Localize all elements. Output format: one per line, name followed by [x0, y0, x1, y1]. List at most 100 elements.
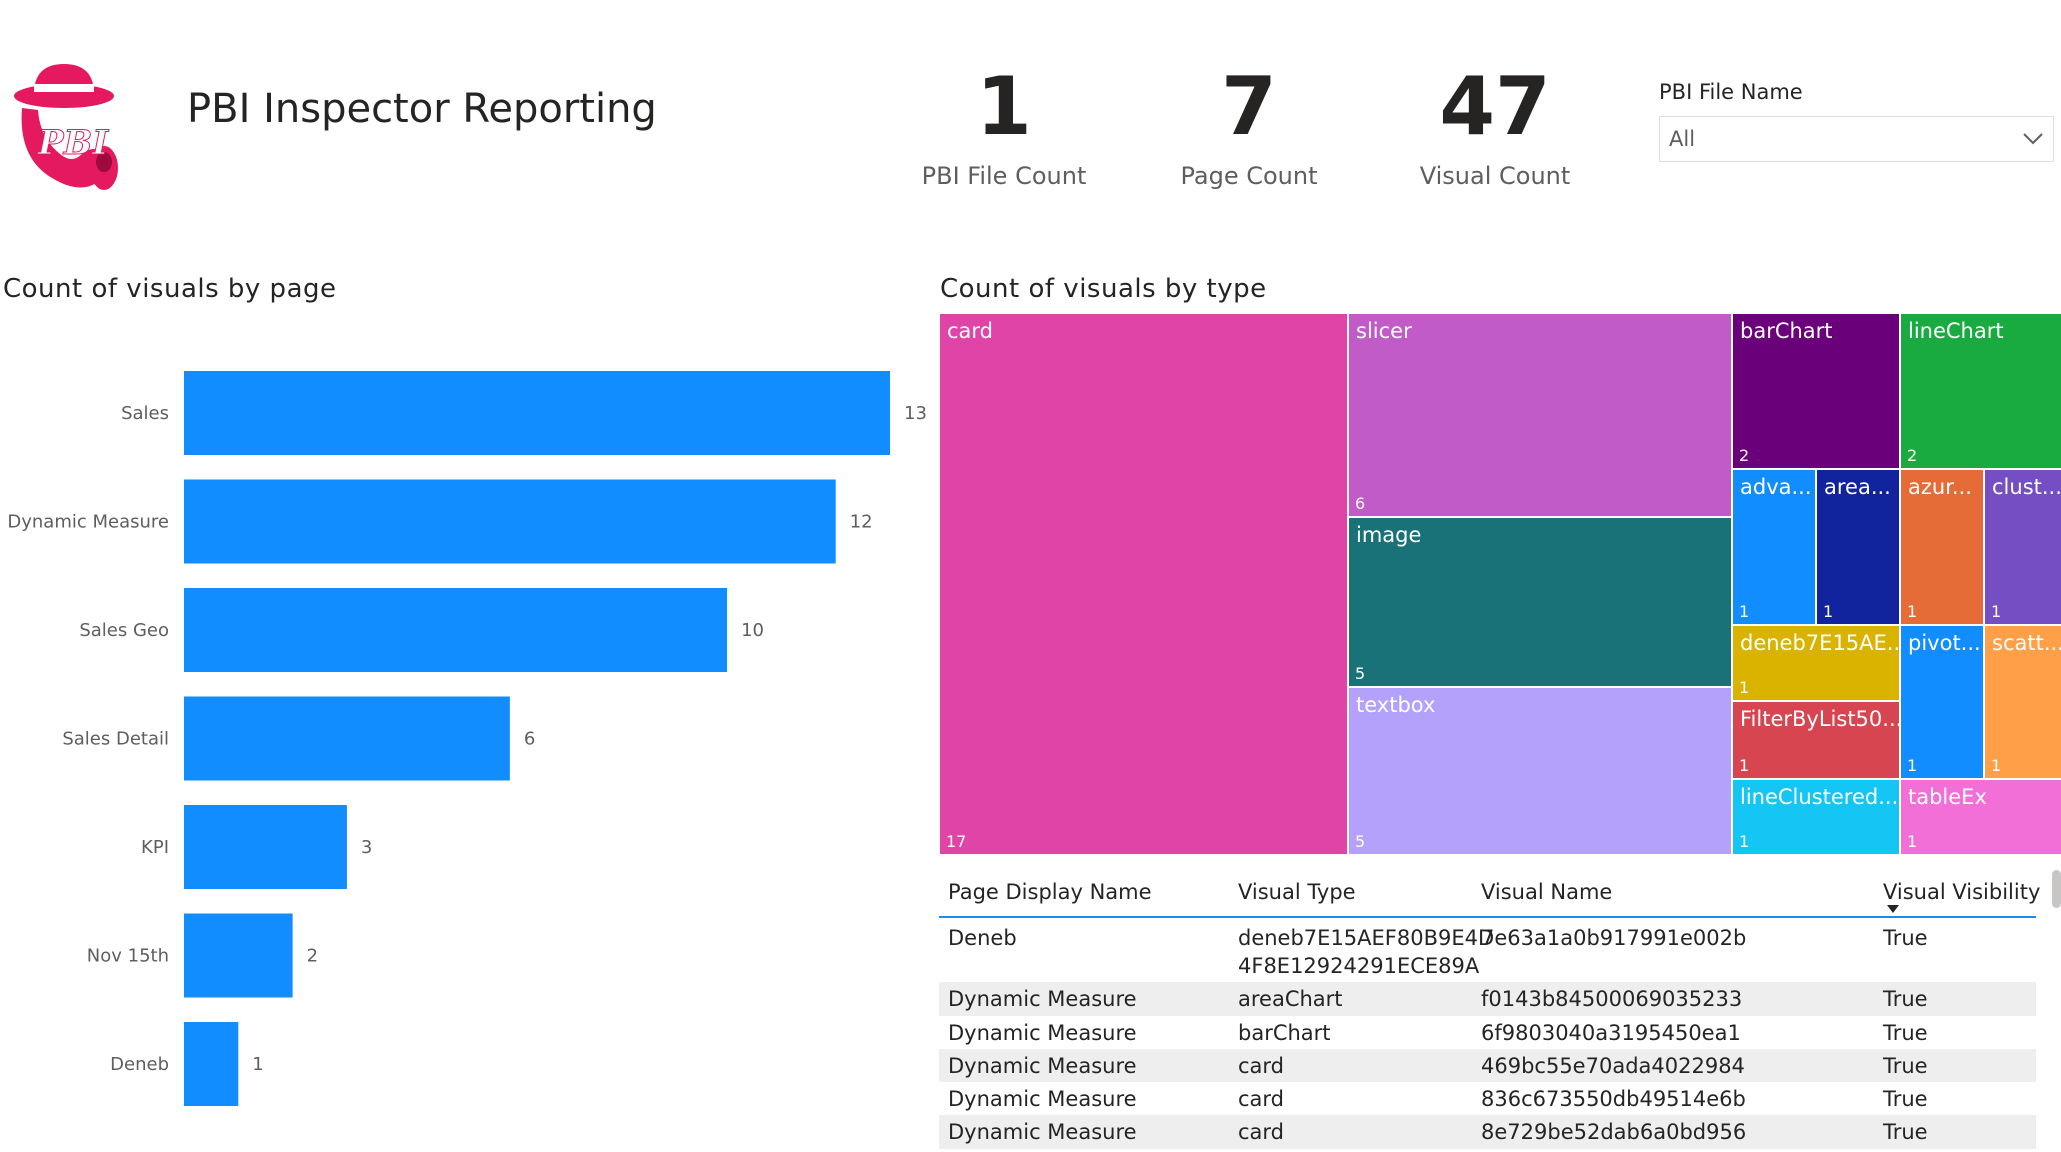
table-row[interactable]: Dynamic Measure barChart 6f9803040a31954… — [939, 1016, 2036, 1049]
kpi-card-visual-count[interactable]: 47 Visual Count — [1380, 56, 1610, 190]
kpi-value: 1 — [976, 60, 1032, 153]
cell-visual-type: card — [1238, 1120, 1285, 1144]
cell-visual-name: 469bc55e70ada4022984 — [1481, 1054, 1745, 1078]
bar[interactable] — [184, 479, 836, 564]
kpi-label: PBI File Count — [921, 162, 1087, 190]
category-label: KPI — [141, 837, 169, 858]
data-label: 10 — [741, 620, 764, 641]
category-label: Deneb — [110, 1054, 169, 1075]
tile-label: card — [947, 319, 994, 343]
tile-label: lineClustered... — [1740, 785, 1899, 809]
bar[interactable] — [184, 805, 347, 889]
data-label: 6 — [524, 729, 535, 750]
tile-count: 2 — [1739, 446, 1750, 465]
table-row[interactable]: Dynamic Measure areaChart f0143b84500069… — [939, 982, 2036, 1016]
column-header-visual-visibility[interactable]: Visual Visibility — [1874, 880, 2040, 904]
bar[interactable] — [184, 913, 293, 998]
table-row[interactable]: Dynamic Measure card 8e729be52dab6a0bd95… — [939, 1115, 2036, 1149]
treemap-tile-tableex[interactable]: tableEx 1 — [1900, 779, 2061, 855]
tile-label: lineChart — [1908, 319, 2004, 343]
cell-page-display-name: Dynamic Measure — [948, 1087, 1137, 1111]
bar[interactable] — [184, 588, 728, 672]
tile-count: 1 — [1907, 832, 1918, 851]
treemap-tile-pivot[interactable]: pivot... 1 — [1900, 625, 1984, 779]
data-label: 2 — [307, 946, 318, 967]
table-scrollbar[interactable] — [2052, 870, 2061, 908]
cell-visual-visibility: True — [1883, 1021, 1928, 1045]
kpi-card-file-count[interactable]: 1 PBI File Count — [889, 56, 1119, 190]
treemap-tile-slicer[interactable]: slicer 6 — [1348, 313, 1732, 517]
bar[interactable] — [184, 371, 890, 455]
slicer-selected-value: All — [1669, 127, 1696, 151]
bar[interactable] — [184, 1022, 239, 1106]
treemap-tile-linechart[interactable]: lineChart 2 — [1900, 313, 2061, 469]
sort-descending-icon[interactable] — [1887, 905, 1899, 913]
tile-label: scatt... — [1992, 631, 2061, 655]
data-label: 3 — [361, 837, 372, 858]
tile-label: FilterByList50... — [1740, 707, 1900, 731]
table-header-row: Page Display Name Visual Type Visual Nam… — [939, 868, 2040, 918]
cell-visual-name: 836c673550db49514e6b — [1481, 1087, 1746, 1111]
treemap-tile-scatter[interactable]: scatt... 1 — [1984, 625, 2061, 779]
treemap-tile-card[interactable]: card 17 — [939, 313, 1348, 855]
treemap-tile-image[interactable]: image 5 — [1348, 517, 1732, 687]
tile-count: 5 — [1355, 832, 1366, 851]
tile-label: area... — [1824, 475, 1891, 499]
tile-label: pivot... — [1908, 631, 1981, 655]
slicer-dropdown[interactable]: All — [1659, 116, 2054, 162]
bar[interactable] — [184, 696, 510, 781]
data-label: 12 — [850, 512, 873, 533]
tile-label: azur... — [1908, 475, 1972, 499]
bar-chart-title: Count of visuals by page — [3, 274, 337, 304]
tile-count: 1 — [1823, 602, 1834, 621]
report-title: PBI Inspector Reporting — [187, 86, 657, 132]
tile-count: 1 — [1739, 602, 1750, 621]
cell-page-display-name: Dynamic Measure — [948, 1021, 1137, 1045]
treemap-tile-clustered[interactable]: clust... 1 — [1984, 469, 2061, 625]
table-row[interactable]: Deneb deneb7E15AEF80B9E4D 4F8E12924291EC… — [939, 918, 2036, 982]
cell-visual-name: 7e63a1a0b917991e002b — [1481, 926, 1747, 950]
tile-count: 1 — [1991, 756, 2002, 775]
column-header-visual-name[interactable]: Visual Name — [1472, 880, 1874, 904]
tile-count: 17 — [946, 832, 967, 851]
table-row[interactable]: Dynamic Measure card 836c673550db49514e6… — [939, 1082, 2036, 1115]
data-label: 1 — [252, 1054, 263, 1075]
treemap-tile-filterbylist[interactable]: FilterByList50... 1 — [1732, 701, 1900, 779]
kpi-card-page-count[interactable]: 7 Page Count — [1134, 56, 1364, 190]
tile-label: barChart — [1740, 319, 1833, 343]
cell-page-display-name: Dynamic Measure — [948, 1054, 1137, 1078]
treemap-tile-deneb[interactable]: deneb7E15AE... 1 — [1732, 625, 1900, 701]
category-label: Sales Detail — [62, 729, 169, 750]
tile-count: 1 — [1907, 756, 1918, 775]
tile-label: textbox — [1356, 693, 1436, 717]
treemap-tile-areachart[interactable]: area... 1 — [1816, 469, 1900, 625]
cell-visual-type: card — [1238, 1054, 1285, 1078]
cell-visual-visibility: True — [1883, 926, 1928, 950]
treemap-tile-textbox[interactable]: textbox 5 — [1348, 687, 1732, 855]
tile-label: slicer — [1356, 319, 1412, 343]
kpi-value: 7 — [1221, 60, 1277, 153]
category-label: Sales — [121, 403, 169, 424]
tile-count: 1 — [1739, 832, 1750, 851]
table-row[interactable]: Dynamic Measure card 469bc55e70ada402298… — [939, 1049, 2036, 1082]
chevron-down-icon[interactable] — [2022, 132, 2044, 146]
category-label: Nov 15th — [87, 946, 169, 967]
visuals-by-page-bar-chart: Sales 13Dynamic Measure 12Sales Geo 10Sales… — [7, 371, 927, 1106]
column-header-visual-type[interactable]: Visual Type — [1229, 880, 1472, 904]
treemap-tile-barchart[interactable]: barChart 2 — [1732, 313, 1900, 469]
visuals-by-type-treemap: card 17 slicer 6 image 5 textbox 5 barCh… — [939, 313, 2061, 855]
tile-label: deneb7E15AE... — [1740, 631, 1900, 655]
category-label: Dynamic Measure — [7, 512, 169, 533]
tile-count: 1 — [1739, 756, 1750, 775]
kpi-value: 47 — [1439, 60, 1551, 153]
cell-visual-visibility: True — [1883, 987, 1928, 1011]
slicer-title: PBI File Name — [1659, 80, 1803, 104]
treemap-tile-azure[interactable]: azur... 1 — [1900, 469, 1984, 625]
cell-visual-visibility: True — [1883, 1087, 1928, 1111]
cell-visual-name: 6f9803040a3195450ea1 — [1481, 1021, 1741, 1045]
column-header-page-display-name[interactable]: Page Display Name — [939, 880, 1229, 904]
tile-count: 1 — [1739, 678, 1750, 697]
treemap-tile-advanced[interactable]: adva... 1 — [1732, 469, 1816, 625]
kpi-label: Page Count — [1180, 162, 1318, 190]
treemap-tile-lineclustered[interactable]: lineClustered... 1 — [1732, 779, 1900, 855]
